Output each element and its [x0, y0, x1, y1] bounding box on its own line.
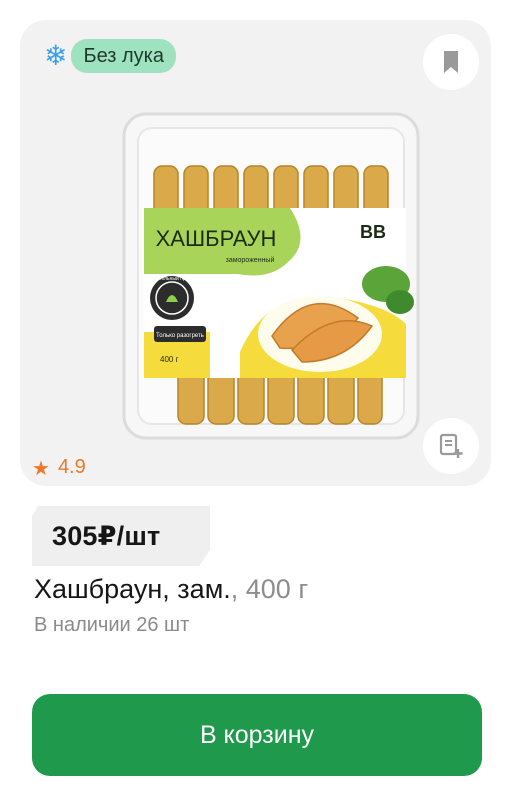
package-brand: ВВ [360, 222, 386, 242]
note-add-icon [439, 433, 463, 458]
product-name: Хашбраун, зам. [34, 574, 231, 604]
no-onion-badge: ❄ Без лука [44, 37, 176, 75]
bookmark-icon [444, 51, 458, 73]
package-subtitle: замороженный [226, 256, 275, 264]
add-note-button[interactable] [423, 418, 479, 474]
product-title[interactable]: Хашбраун, зам., 400 г [34, 574, 308, 605]
product-weight: , 400 г [230, 574, 309, 604]
snowflake-icon: ❄ [44, 39, 68, 72]
add-to-cart-button[interactable]: В корзину [32, 694, 482, 776]
badge-label: Без лука [71, 39, 176, 73]
price-label: 305₽/шт [52, 520, 161, 551]
bookmark-button[interactable] [423, 34, 479, 90]
package-title: ХАШБРАУН [156, 226, 277, 251]
rating-value: 4.9 [57, 456, 86, 478]
product-rating: ★ 4.9 [32, 456, 86, 479]
price-tag: 305₽/шт [32, 506, 210, 566]
product-image-card[interactable]: ❄ Без лука Только разогреть ХАШБРАУН зам… [20, 20, 491, 486]
star-icon: ★ [32, 455, 50, 480]
package-stamp: Растительный продукт [146, 275, 199, 282]
package-weight: 400 г [160, 355, 179, 364]
package-hint: Только разогреть [156, 333, 204, 339]
stock-status: В наличии 26 шт [34, 614, 190, 636]
product-photo: Только разогреть ХАШБРАУН замороженный В… [122, 112, 420, 440]
